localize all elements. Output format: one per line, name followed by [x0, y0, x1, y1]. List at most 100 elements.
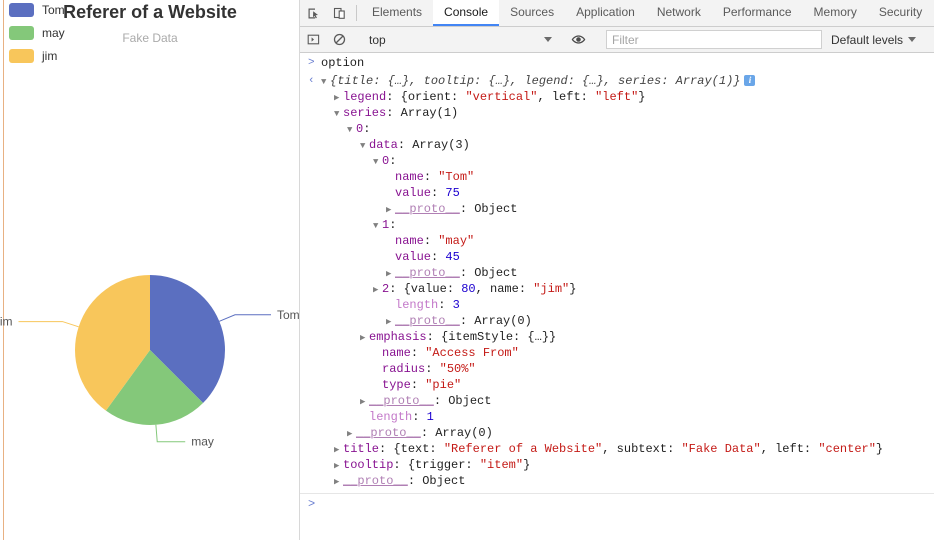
- console-line-text: name: "Access From": [321, 345, 934, 362]
- console-token: "Access From": [425, 346, 519, 360]
- console-token: name: [395, 170, 424, 184]
- tab-network[interactable]: Network: [646, 0, 712, 26]
- console-result-line[interactable]: ‹ ▼ {title: {…}, tooltip: {…}, legend: {…}…: [300, 73, 934, 89]
- console-token: , subtext:: [602, 442, 682, 456]
- console-object-line[interactable]: type: "pie": [300, 377, 934, 393]
- disclosure-triangle-closed-icon[interactable]: ▶: [334, 474, 343, 490]
- disclosure-triangle-open-icon[interactable]: ▼: [334, 106, 343, 122]
- log-levels-select[interactable]: Default levels: [831, 32, 917, 47]
- console-object-line[interactable]: radius: "50%": [300, 361, 934, 377]
- tab-sources[interactable]: Sources: [499, 0, 565, 26]
- console-line-text: length: 3: [321, 297, 934, 314]
- console-object-line[interactable]: value: 75: [300, 185, 934, 201]
- console-object-line[interactable]: ▶ tooltip: {trigger: "item"}: [300, 457, 934, 473]
- console-object-line[interactable]: length: 3: [300, 297, 934, 313]
- console-object-line[interactable]: name: "may": [300, 233, 934, 249]
- execution-context-select[interactable]: top: [361, 30, 556, 49]
- tab-memory[interactable]: Memory: [803, 0, 868, 26]
- console-token: }: [638, 90, 646, 104]
- console-object-line[interactable]: length: 1: [300, 409, 934, 425]
- console-token: : Array(0): [459, 314, 532, 328]
- tab-console[interactable]: Console: [433, 0, 500, 26]
- toolbar-separator: [356, 5, 357, 21]
- disclosure-triangle-closed-icon[interactable]: ▶: [334, 90, 343, 106]
- info-badge-icon[interactable]: i: [744, 75, 756, 86]
- console-token: , left:: [537, 90, 596, 104]
- disclosure-triangle-open-icon[interactable]: ▼: [321, 74, 330, 90]
- console-token: , left:: [760, 442, 819, 456]
- console-object-line[interactable]: ▶ __proto__: Array(0): [300, 313, 934, 329]
- console-token: : {orient:: [386, 90, 466, 104]
- console-object-line[interactable]: ▶ 2: {value: 80, name: "jim"}: [300, 281, 934, 297]
- console-token: : Object: [407, 474, 466, 488]
- console-object-line[interactable]: ▼ 0:: [300, 121, 934, 137]
- console-prompt-input[interactable]: >: [300, 494, 934, 514]
- console-token: "may": [438, 234, 475, 248]
- console-token: {title: {…}, tooltip: {…}, legend: {…}, …: [330, 74, 741, 88]
- devtools-tabbar: Elements Console Sources Application Network…: [300, 0, 934, 27]
- console-token: :: [431, 250, 446, 264]
- console-object-line[interactable]: value: 45: [300, 249, 934, 265]
- chart-pane: Referer of a Website Fake Data Tom may jim…: [0, 0, 300, 540]
- console-token: "Fake Data": [681, 442, 761, 456]
- live-expression-icon[interactable]: [565, 33, 591, 46]
- disclosure-triangle-closed-icon[interactable]: ▶: [386, 202, 395, 218]
- console-token: :: [438, 298, 453, 312]
- console-line-text: name: "Tom": [321, 169, 934, 186]
- console-object-line[interactable]: ▼ data: Array(3): [300, 137, 934, 153]
- console-sidebar-icon[interactable]: [300, 33, 326, 46]
- disclosure-triangle-open-icon[interactable]: ▼: [373, 218, 382, 234]
- filter-input[interactable]: [606, 30, 822, 49]
- console-token: 80: [461, 282, 476, 296]
- disclosure-triangle-closed-icon[interactable]: ▶: [386, 266, 395, 282]
- log-levels-label: Default levels: [831, 32, 904, 47]
- app-root: Referer of a Website Fake Data Tom may jim…: [0, 0, 934, 540]
- console-object-line[interactable]: name: "Access From": [300, 345, 934, 361]
- console-object-line[interactable]: ▼ series: Array(1): [300, 105, 934, 121]
- console-object-line[interactable]: ▶ emphasis: {itemStyle: {…}}: [300, 329, 934, 345]
- disclosure-triangle-open-icon[interactable]: ▼: [373, 154, 382, 170]
- console-object-line[interactable]: name: "Tom": [300, 169, 934, 185]
- console-line-text: ▶ legend: {orient: "vertical", left: "lef…: [321, 89, 934, 106]
- console-output[interactable]: > option ‹ ▼ {title: {…}, tooltip: {…}, lege…: [300, 53, 934, 540]
- disclosure-triangle-closed-icon[interactable]: ▶: [334, 458, 343, 474]
- console-token: legend: [343, 90, 387, 104]
- console-token: 1: [426, 410, 434, 424]
- console-token: 3: [452, 298, 460, 312]
- tab-performance[interactable]: Performance: [712, 0, 803, 26]
- console-line-text: name: "may": [321, 233, 934, 250]
- tab-security[interactable]: Security: [868, 0, 933, 26]
- disclosure-triangle-closed-icon[interactable]: ▶: [360, 394, 369, 410]
- tab-elements[interactable]: Elements: [361, 0, 433, 26]
- disclosure-triangle-open-icon[interactable]: ▼: [360, 138, 369, 154]
- console-token: :: [423, 234, 439, 248]
- console-token: , name:: [475, 282, 534, 296]
- disclosure-triangle-closed-icon[interactable]: ▶: [360, 330, 369, 346]
- pie-label-leader-line: [219, 314, 271, 322]
- console-token: name: [395, 234, 424, 248]
- console-object-line[interactable]: ▶ __proto__: Object: [300, 265, 934, 281]
- console-object-line[interactable]: ▶ __proto__: Object: [300, 393, 934, 409]
- disclosure-triangle-closed-icon[interactable]: ▶: [373, 282, 382, 298]
- disclosure-triangle-closed-icon[interactable]: ▶: [386, 314, 395, 330]
- disclosure-triangle-open-icon[interactable]: ▼: [347, 122, 356, 138]
- disclosure-triangle-closed-icon[interactable]: ▶: [347, 426, 356, 442]
- console-line-text: ▶ 2: {value: 80, name: "jim"}: [321, 281, 934, 298]
- tab-application[interactable]: Application: [565, 0, 646, 26]
- clear-console-icon[interactable]: [326, 33, 352, 46]
- console-object-line[interactable]: ▶ __proto__: Object: [300, 201, 934, 217]
- console-line-text: type: "pie": [321, 377, 934, 394]
- inspect-element-icon[interactable]: [300, 0, 326, 26]
- console-object-line[interactable]: ▼ 0:: [300, 153, 934, 169]
- console-object-line[interactable]: ▶ title: {text: "Referer of a Website", s…: [300, 441, 934, 457]
- console-object-line[interactable]: ▶ __proto__: Array(0): [300, 425, 934, 441]
- disclosure-triangle-closed-icon[interactable]: ▶: [334, 442, 343, 458]
- console-object-line[interactable]: ▶ __proto__: Object: [300, 473, 934, 489]
- console-object-line[interactable]: ▼ 1:: [300, 217, 934, 233]
- console-object-line[interactable]: ▶ legend: {orient: "vertical", left: "lef…: [300, 89, 934, 105]
- device-toolbar-icon[interactable]: [326, 0, 352, 26]
- console-token: : {trigger:: [393, 458, 480, 472]
